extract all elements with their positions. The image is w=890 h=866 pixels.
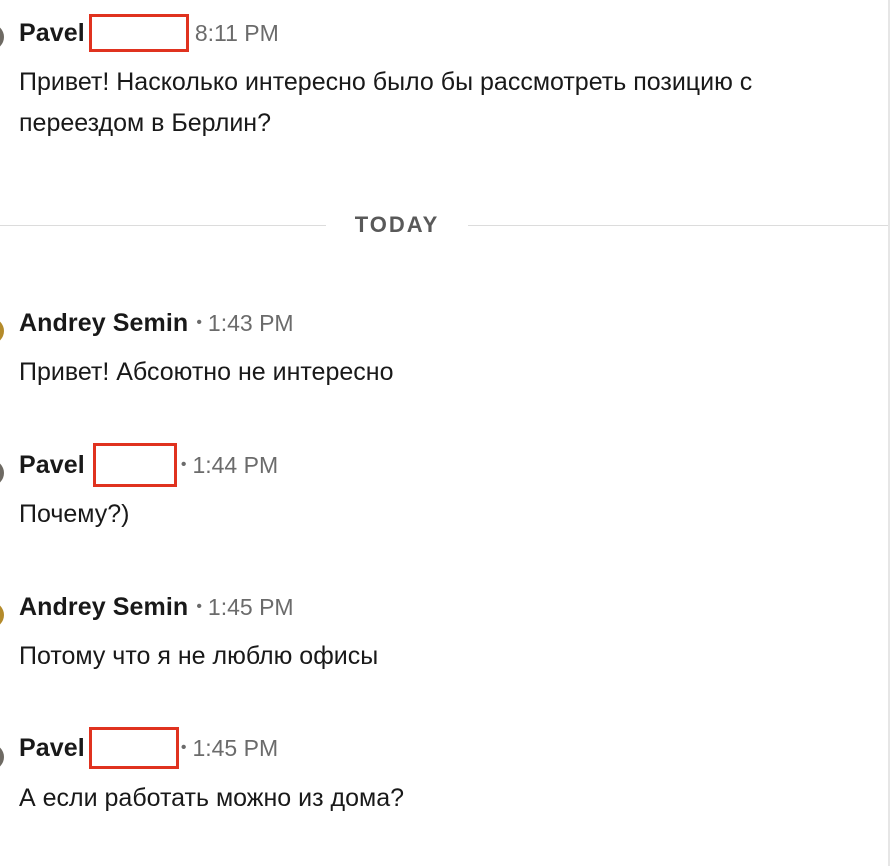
message-timestamp: 8:11 PM — [194, 19, 279, 46]
message-text: Привет! Насколько интересно было бы расс… — [19, 68, 753, 137]
avatar[interactable] — [0, 460, 4, 486]
sender-name[interactable]: Andrey Semin — [19, 309, 188, 338]
message-header: Andrey Semin • 1:43 PM — [19, 306, 294, 340]
message-thread: Pavel 8:11 PM Привет! Насколько интересн… — [0, 0, 890, 866]
separator-dot: • — [180, 739, 187, 756]
divider-line-left — [0, 225, 326, 226]
message-text: А если работать можно из дома? — [19, 784, 404, 812]
message-text: Почему?) — [19, 500, 130, 528]
message-header: Pavel 8:11 PM — [19, 14, 279, 52]
message-timestamp: 1:45 PM — [192, 734, 279, 761]
avatar[interactable] — [0, 602, 4, 628]
redaction-box — [88, 14, 189, 52]
redaction-box — [92, 443, 177, 487]
avatar[interactable] — [0, 24, 4, 50]
message-text: Потому что я не люблю офисы — [19, 642, 379, 670]
day-divider-label: TODAY — [354, 212, 440, 237]
avatar[interactable] — [0, 744, 4, 770]
sender-name[interactable]: Pavel — [19, 19, 85, 48]
message-timestamp: 1:44 PM — [192, 451, 279, 478]
message-timestamp: 1:45 PM — [207, 593, 294, 620]
separator-dot: • — [196, 314, 202, 331]
sender-name[interactable]: Pavel — [19, 451, 85, 480]
message-header: Pavel • 1:45 PM — [19, 727, 279, 769]
avatar[interactable] — [0, 318, 4, 344]
message-timestamp: 1:43 PM — [207, 309, 294, 336]
separator-dot: • — [196, 598, 202, 615]
sender-name[interactable]: Andrey Semin — [19, 593, 188, 622]
redaction-box — [88, 727, 179, 769]
sender-name[interactable]: Pavel — [19, 734, 85, 763]
message-text: Привет! Абсоютно не интересно — [19, 358, 394, 386]
message-header: Andrey Semin • 1:45 PM — [19, 590, 294, 624]
divider-line-right — [468, 225, 888, 226]
separator-dot: • — [180, 456, 187, 473]
day-divider: TODAY — [0, 210, 888, 242]
message-header: Pavel • 1:44 PM — [19, 443, 279, 487]
